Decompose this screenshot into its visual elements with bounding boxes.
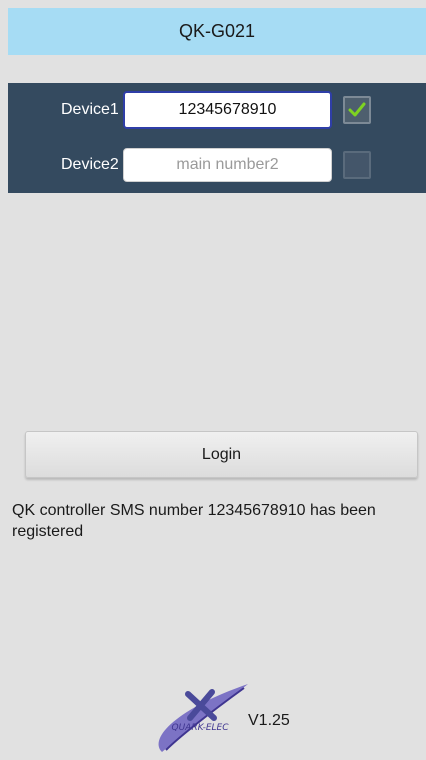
device2-number-input[interactable] [123, 148, 332, 182]
device-row-1: Device1 [8, 91, 426, 129]
login-button[interactable]: Login [25, 431, 418, 478]
device2-label: Device2 [61, 156, 119, 173]
version-label: V1.25 [248, 712, 290, 729]
check-icon [348, 102, 366, 117]
device1-label: Device1 [61, 101, 119, 118]
quark-elec-logo: QUARK-ELEC [158, 684, 248, 752]
app-title: QK-G021 [178, 21, 256, 41]
app-screen: QK-G021 Device1 Device2 Login QK control… [8, 8, 426, 760]
device1-number-input[interactable] [123, 91, 332, 129]
device-panel: Device1 Device2 [8, 83, 426, 193]
footer: QUARK-ELEC V1.25 [148, 678, 348, 758]
logo-brand-text: QUARK-ELEC [172, 723, 230, 733]
device2-checkbox[interactable] [343, 151, 371, 179]
title-bar: QK-G021 [8, 8, 426, 55]
status-message: QK controller SMS number 12345678910 has… [12, 502, 376, 540]
device-row-2: Device2 [8, 146, 426, 184]
device1-checkbox[interactable] [343, 96, 371, 124]
